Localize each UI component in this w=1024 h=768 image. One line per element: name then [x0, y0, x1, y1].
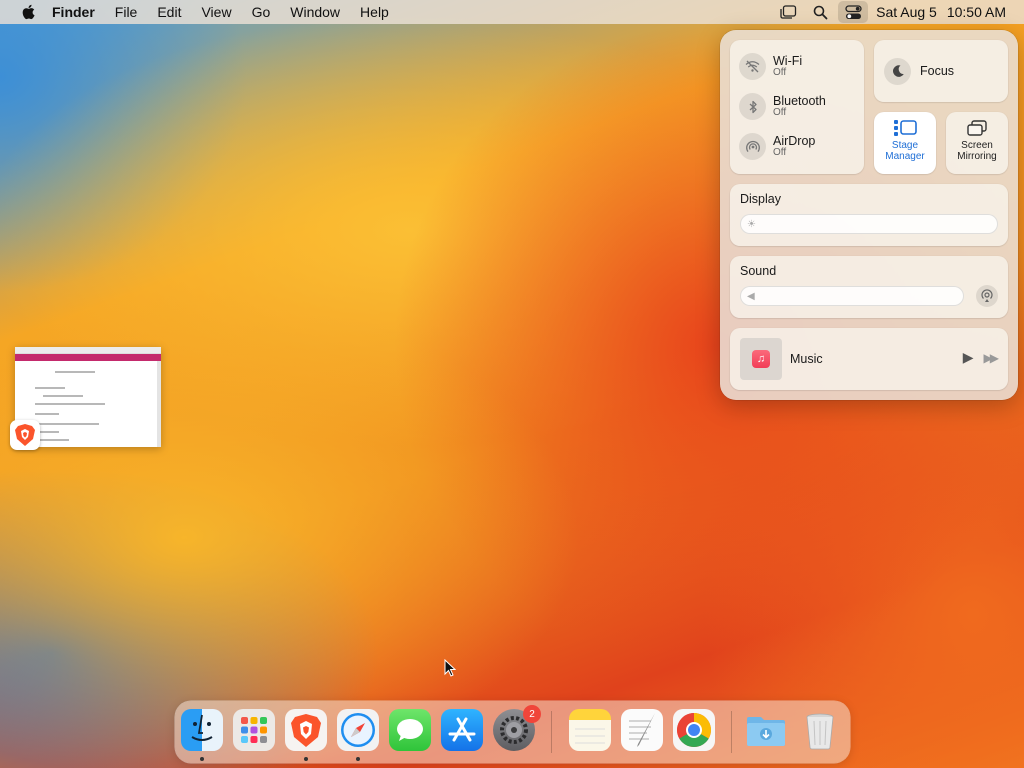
airdrop-toggle[interactable]: AirDrop Off — [739, 133, 815, 160]
wifi-status: Off — [773, 66, 787, 78]
menu-window[interactable]: Window — [280, 4, 350, 20]
brave-icon — [10, 420, 40, 450]
menu-bar: Finder File Edit View Go Window Help Sat… — [0, 0, 1024, 24]
display-module: Display ☀ — [730, 184, 1008, 246]
wifi-title: Wi-Fi — [773, 53, 803, 68]
control-center-icon[interactable] — [838, 1, 869, 23]
now-playing-label: Music — [790, 352, 823, 366]
dock-app-store-icon[interactable] — [441, 709, 483, 751]
control-center-panel: Wi-Fi Off Bluetooth Off AirDrop Off Focu… — [720, 30, 1018, 400]
mouse-pointer-icon — [444, 658, 457, 682]
spotlight-search-icon[interactable] — [804, 0, 836, 24]
screen-mirroring-label: Screen Mirroring — [957, 140, 997, 162]
dock-textedit-icon[interactable] — [621, 709, 663, 751]
menu-view[interactable]: View — [191, 4, 241, 20]
brave-running-indicator — [304, 757, 308, 761]
bluetooth-toggle[interactable]: Bluetooth Off — [739, 93, 826, 120]
dock-messages-icon[interactable] — [389, 709, 431, 751]
sound-label: Sound — [740, 264, 777, 278]
stage-manager-label: Stage Manager — [885, 140, 925, 162]
airdrop-title: AirDrop — [773, 133, 816, 148]
dock-separator — [551, 711, 552, 753]
finder-running-indicator — [200, 757, 204, 761]
now-playing-module[interactable]: ♫ Music ▶ ▶▶ — [730, 328, 1008, 390]
dock-brave-icon[interactable] — [285, 709, 327, 751]
stage-manager-button[interactable]: Stage Manager — [874, 112, 936, 174]
dock-launchpad-icon[interactable] — [233, 709, 275, 751]
airplay-audio-icon[interactable] — [976, 285, 998, 307]
menubar-time[interactable]: 10:50 AM — [943, 4, 1024, 20]
dock-notes-icon[interactable] — [569, 709, 611, 751]
dock-safari-icon[interactable] — [337, 709, 379, 751]
brightness-slider[interactable]: ☀ — [740, 214, 998, 234]
brightness-icon: ☀ — [747, 219, 756, 230]
dock-downloads-folder-icon[interactable] — [745, 709, 787, 751]
apple-menu-icon[interactable] — [14, 4, 42, 20]
dock-chrome-icon[interactable] — [673, 709, 715, 751]
menu-app-finder[interactable]: Finder — [42, 4, 105, 20]
dock-trash-icon[interactable] — [799, 709, 841, 751]
system-settings-badge: 2 — [523, 705, 541, 723]
focus-label: Focus — [920, 64, 955, 78]
safari-running-indicator — [356, 757, 360, 761]
volume-slider[interactable]: ◀ — [740, 286, 964, 306]
screen-mirroring-icon — [967, 120, 987, 136]
fast-forward-icon[interactable]: ▶▶ — [984, 351, 1000, 365]
display-label: Display — [740, 192, 781, 206]
connectivity-module: Wi-Fi Off Bluetooth Off AirDrop Off — [730, 40, 864, 174]
bluetooth-icon — [739, 93, 766, 120]
play-icon[interactable]: ▶ — [963, 349, 974, 366]
menubar-date[interactable]: Sat Aug 5 — [870, 4, 943, 20]
dock-separator — [731, 711, 732, 753]
dock: 2 — [175, 701, 850, 763]
bluetooth-status: Off — [773, 106, 787, 118]
menu-edit[interactable]: Edit — [147, 4, 191, 20]
menu-help[interactable]: Help — [350, 4, 399, 20]
focus-button[interactable]: Focus — [874, 40, 1008, 102]
wifi-toggle[interactable]: Wi-Fi Off — [739, 53, 802, 80]
screen-mirroring-button[interactable]: Screen Mirroring — [946, 112, 1008, 174]
stage-manager-tile-icon — [894, 120, 917, 136]
airdrop-icon — [739, 133, 766, 160]
menu-go[interactable]: Go — [242, 4, 281, 20]
music-artwork: ♫ — [740, 338, 782, 380]
sound-module: Sound ◀ — [730, 256, 1008, 318]
stage-manager-icon[interactable] — [772, 0, 804, 24]
airdrop-status: Off — [773, 146, 787, 158]
menu-file[interactable]: File — [105, 4, 148, 20]
dock-finder-icon[interactable] — [181, 709, 223, 751]
bluetooth-title: Bluetooth — [773, 93, 826, 108]
speaker-icon: ◀ — [747, 291, 755, 302]
moon-icon — [884, 57, 911, 85]
wifi-off-icon — [739, 53, 766, 80]
music-app-icon: ♫ — [752, 350, 770, 368]
